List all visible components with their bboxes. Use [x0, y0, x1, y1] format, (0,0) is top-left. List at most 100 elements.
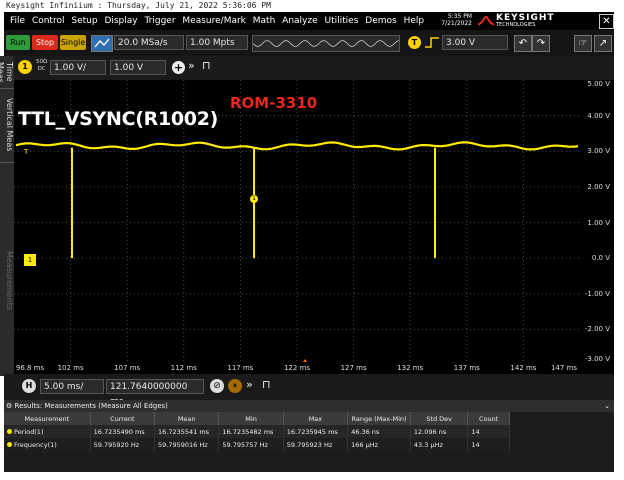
results-header: ⚙ Results: Measurements (Measure All Edg…: [4, 400, 614, 412]
navigation-button[interactable]: ⏸: [228, 379, 242, 393]
horizontal-badge[interactable]: H: [22, 379, 36, 393]
menu-math[interactable]: Math: [251, 12, 278, 30]
cell: Frequency(1): [14, 440, 57, 449]
redo-button[interactable]: ↷: [532, 35, 550, 52]
menu-analyze[interactable]: Analyze: [280, 12, 319, 30]
measure-icon: ↗: [598, 38, 608, 49]
menu-control[interactable]: Control: [30, 12, 67, 30]
x-tick-label: 112 ms: [170, 364, 197, 372]
y-tick-label: 2.00 V: [587, 182, 610, 191]
acquisition-toolbar: Run Stop Single 20.0 MSa/s 1.00 Mpts T 3…: [4, 30, 614, 56]
zoom-button[interactable]: ⊘: [210, 379, 224, 393]
single-button[interactable]: Single: [60, 35, 86, 50]
trigger-level-marker[interactable]: T: [24, 148, 28, 156]
x-tick-label: 122 ms: [283, 364, 311, 372]
clock: 5:35 PM 7/21/2022: [424, 13, 472, 27]
y-tick-label: 5.00 V: [587, 80, 610, 88]
close-button[interactable]: ✕: [599, 14, 614, 29]
results-collapse-button[interactable]: ⌄: [604, 400, 610, 412]
col-measurement[interactable]: Measurement: [4, 412, 91, 425]
cell: 46.36 ns: [347, 425, 411, 438]
undo-button[interactable]: ↶: [514, 35, 532, 52]
double-chevron-right-icon: »: [246, 378, 253, 391]
x-axis-labels: 96.8 ms 102 ms 107 ms 112 ms 117 ms 122 ms 127…: [14, 362, 614, 374]
col-mean[interactable]: Mean: [154, 412, 220, 425]
stop-button[interactable]: Stop: [32, 35, 58, 50]
col-range[interactable]: Range (Max-Min): [347, 412, 411, 425]
cell: 14: [467, 438, 510, 451]
vertical-scale-field[interactable]: 1.00 V/: [50, 60, 106, 75]
pin-horizontal-button[interactable]: ⊓: [262, 378, 271, 391]
vertical-offset-field[interactable]: 1.00 V: [110, 60, 166, 75]
menu-display[interactable]: Display: [102, 12, 139, 30]
undo-icon: ↶: [518, 38, 528, 49]
ground-marker[interactable]: 1: [24, 254, 36, 266]
menu-setup[interactable]: Setup: [69, 12, 99, 30]
col-max[interactable]: Max: [283, 412, 349, 425]
menu-bar: File Control Setup Display Trigger Measu…: [4, 12, 614, 30]
menu-file[interactable]: File: [8, 12, 27, 30]
y-tick-label: 1.00 V: [587, 218, 610, 227]
menu-measure-mark[interactable]: Measure/Mark: [180, 12, 247, 30]
table-row[interactable]: Frequency(1) 59.795920 Hz 59.7959016 Hz …: [4, 438, 510, 451]
zoom-icon: ⊘: [213, 381, 221, 391]
cell: 59.795920 Hz: [90, 438, 156, 451]
waveform-display[interactable]: TTL_VSYNC(R1002) ROM-3310 T 1 1: [14, 80, 580, 365]
run-button[interactable]: Run: [6, 35, 30, 50]
settings-icon[interactable]: ⚙: [6, 402, 12, 410]
tab-vertical-meas[interactable]: Vertical Meas: [0, 88, 14, 163]
add-channel-button[interactable]: +: [172, 61, 185, 74]
y-tick-label: -2.00 V: [584, 325, 610, 334]
cell: 59.7959016 Hz: [154, 438, 220, 451]
auto-scale-button[interactable]: [91, 35, 113, 52]
x-tick-label: 147 ms: [550, 364, 578, 372]
expand-button[interactable]: »: [188, 59, 195, 72]
x-tick-label: 137 ms: [453, 364, 480, 372]
cell: 16.7235541 ms: [154, 425, 220, 438]
y-tick-label: 0.0 V: [591, 254, 610, 263]
cell: 12.096 ns: [410, 425, 469, 438]
trigger-level-field[interactable]: 3.00 V: [442, 35, 508, 50]
col-current[interactable]: Current: [90, 412, 156, 425]
rising-edge-icon[interactable]: [424, 36, 440, 49]
cell: 59.795923 Hz: [283, 438, 349, 451]
measurements-table: Measurement Current Mean Min Max Range (…: [4, 412, 510, 451]
channel-1-badge[interactable]: 1: [18, 60, 32, 74]
keysight-logo: KEYSIGHT TECHNOLOGIES: [478, 14, 578, 28]
channel-1-dot: [7, 429, 12, 434]
pin-button[interactable]: ⊓: [202, 59, 211, 72]
brand-sub: TECHNOLOGIES: [496, 22, 536, 28]
touch-screen-button[interactable]: ☞: [574, 35, 592, 52]
expand-horizontal-button[interactable]: »: [246, 378, 253, 391]
clock-time: 5:35 PM: [447, 13, 472, 20]
tab-time-meas[interactable]: Time Meas: [0, 56, 14, 89]
menu-demos[interactable]: Demos: [363, 12, 398, 30]
x-tick-label: 117 ms: [227, 364, 254, 372]
chevron-down-icon: ⌄: [604, 402, 610, 410]
trigger-channel-badge[interactable]: T: [408, 36, 421, 49]
channel-1-dot: [7, 442, 12, 447]
cell: 16.7235490 ms: [90, 425, 156, 438]
sample-rate-field[interactable]: 20.0 MSa/s: [114, 35, 184, 50]
close-icon: ✕: [602, 16, 611, 27]
clock-date: 7/21/2022: [441, 20, 472, 27]
coupling-dc: DC: [37, 66, 46, 72]
menu-help[interactable]: Help: [402, 12, 427, 30]
horizontal-position-field[interactable]: 121.7640000000 ms: [106, 379, 204, 407]
col-count[interactable]: Count: [467, 412, 510, 425]
menu-utilities[interactable]: Utilities: [323, 12, 361, 30]
col-std-dev[interactable]: Std Dev: [410, 412, 469, 425]
coupling-impedance: 50Ω: [36, 59, 48, 65]
table-row[interactable]: Period(1) 16.7235490 ms 16.7235541 ms 16…: [4, 425, 510, 438]
menu-trigger[interactable]: Trigger: [143, 12, 178, 30]
coupling-indicator: 50Ω DC: [36, 59, 47, 73]
waveform-overview[interactable]: [252, 35, 400, 52]
tab-measurements[interactable]: Measurements: [0, 236, 14, 326]
measure-button[interactable]: ↗: [594, 35, 612, 52]
x-tick-label: 127 ms: [340, 364, 367, 372]
navigate-icon: ⏸: [233, 381, 237, 390]
x-tick-label: 132 ms: [397, 364, 424, 372]
horizontal-scale-field[interactable]: 5.00 ms/: [40, 379, 104, 394]
col-min[interactable]: Min: [218, 412, 284, 425]
memory-depth-field[interactable]: 1.00 Mpts: [186, 35, 248, 50]
